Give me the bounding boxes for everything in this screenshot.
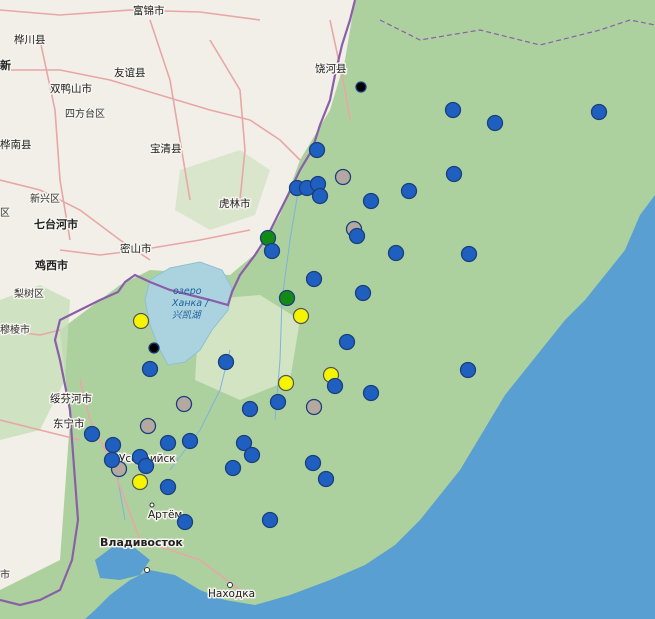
marker-blue[interactable] xyxy=(362,192,380,210)
marker-blue[interactable] xyxy=(348,227,366,245)
label-jixi: 鸡西市 xyxy=(34,258,68,272)
marker-blue[interactable] xyxy=(159,478,177,496)
marker-blue[interactable] xyxy=(224,459,242,477)
marker-green[interactable] xyxy=(278,289,296,307)
label-qitaihe: 七台河市 xyxy=(34,217,78,231)
marker-yellow[interactable] xyxy=(277,374,295,392)
label-raohe: 饶河县 xyxy=(315,62,347,75)
city-dot-vladivostok xyxy=(144,567,150,573)
city-dot-artem xyxy=(149,502,155,508)
marker-blue[interactable] xyxy=(311,187,329,205)
marker-blue[interactable] xyxy=(445,165,463,183)
marker-blue[interactable] xyxy=(444,101,462,119)
marker-blue[interactable] xyxy=(263,242,281,260)
marker-yellow[interactable] xyxy=(292,307,310,325)
marker-blue[interactable] xyxy=(83,425,101,443)
marker-blue[interactable] xyxy=(317,470,335,488)
map-canvas[interactable]: 富锦市 桦川县 新 友谊县 双鸭山市 四方台区 桦南县 宝清县 新兴区 区 七台… xyxy=(0,0,655,619)
marker-blue[interactable] xyxy=(354,284,372,302)
marker-blue[interactable] xyxy=(460,245,478,263)
marker-blue[interactable] xyxy=(304,454,322,472)
marker-blue[interactable] xyxy=(243,446,261,464)
marker-blue[interactable] xyxy=(269,393,287,411)
label-dongning: 东宁市 xyxy=(53,417,85,430)
label-lishu: 梨树区 xyxy=(14,287,44,300)
label-edge-shi: 市 xyxy=(0,568,10,581)
marker-blue[interactable] xyxy=(159,434,177,452)
marker-blue[interactable] xyxy=(308,141,326,159)
marker-blue[interactable] xyxy=(338,333,356,351)
label-huachuan: 桦川县 xyxy=(14,33,46,46)
marker-grey[interactable] xyxy=(175,395,193,413)
marker-grey[interactable] xyxy=(334,168,352,186)
marker-blue[interactable] xyxy=(305,270,323,288)
label-fujin: 富锦市 xyxy=(133,4,165,17)
label-lake-line2: Ханка / xyxy=(171,298,210,309)
marker-yellow[interactable] xyxy=(131,473,149,491)
label-muling: 穆棱市 xyxy=(0,323,30,336)
label-youyi: 友谊县 xyxy=(114,66,146,79)
marker-blue[interactable] xyxy=(400,182,418,200)
city-dot-nakhodka xyxy=(227,582,233,588)
marker-blue[interactable] xyxy=(241,400,259,418)
label-lake-line1: озеро xyxy=(173,286,202,297)
marker-yellow[interactable] xyxy=(132,312,150,330)
label-nakhodka: Находка xyxy=(208,588,255,600)
label-xinxing: 新兴区 xyxy=(30,192,60,205)
marker-blue[interactable] xyxy=(261,511,279,529)
marker-blue[interactable] xyxy=(176,513,194,531)
marker-blue[interactable] xyxy=(387,244,405,262)
marker-grey[interactable] xyxy=(139,417,157,435)
marker-blue[interactable] xyxy=(486,114,504,132)
marker-grey[interactable] xyxy=(305,398,323,416)
label-shuangyashan: 双鸭山市 xyxy=(50,82,92,95)
label-hulin: 虎林市 xyxy=(219,197,251,210)
marker-blue[interactable] xyxy=(217,353,235,371)
label-shuangyashan-a: 新 xyxy=(0,58,11,72)
label-mishan: 密山市 xyxy=(120,242,152,255)
marker-blue[interactable] xyxy=(181,432,199,450)
marker-blue[interactable] xyxy=(103,451,121,469)
marker-blue[interactable] xyxy=(326,377,344,395)
marker-blue[interactable] xyxy=(141,360,159,378)
label-vladivostok: Владивосток xyxy=(100,536,183,549)
label-sifangtai: 四方台区 xyxy=(65,107,105,120)
label-huanan: 桦南县 xyxy=(0,138,32,151)
label-lake-line3: 兴凯湖 xyxy=(172,310,202,321)
label-baoqing: 宝清县 xyxy=(150,142,182,155)
label-qitaihe-a: 区 xyxy=(0,207,10,219)
marker-blue[interactable] xyxy=(459,361,477,379)
label-suifenhe: 绥芬河市 xyxy=(50,392,92,405)
marker-blue[interactable] xyxy=(590,103,608,121)
marker-blue[interactable] xyxy=(362,384,380,402)
marker-black[interactable] xyxy=(148,342,160,354)
marker-blue[interactable] xyxy=(104,436,122,454)
marker-black[interactable] xyxy=(355,81,367,93)
label-artem: Артём xyxy=(148,509,182,521)
marker-blue[interactable] xyxy=(137,457,155,475)
map-svg: 富锦市 桦川县 新 友谊县 双鸭山市 四方台区 桦南县 宝清县 新兴区 区 七台… xyxy=(0,0,655,619)
